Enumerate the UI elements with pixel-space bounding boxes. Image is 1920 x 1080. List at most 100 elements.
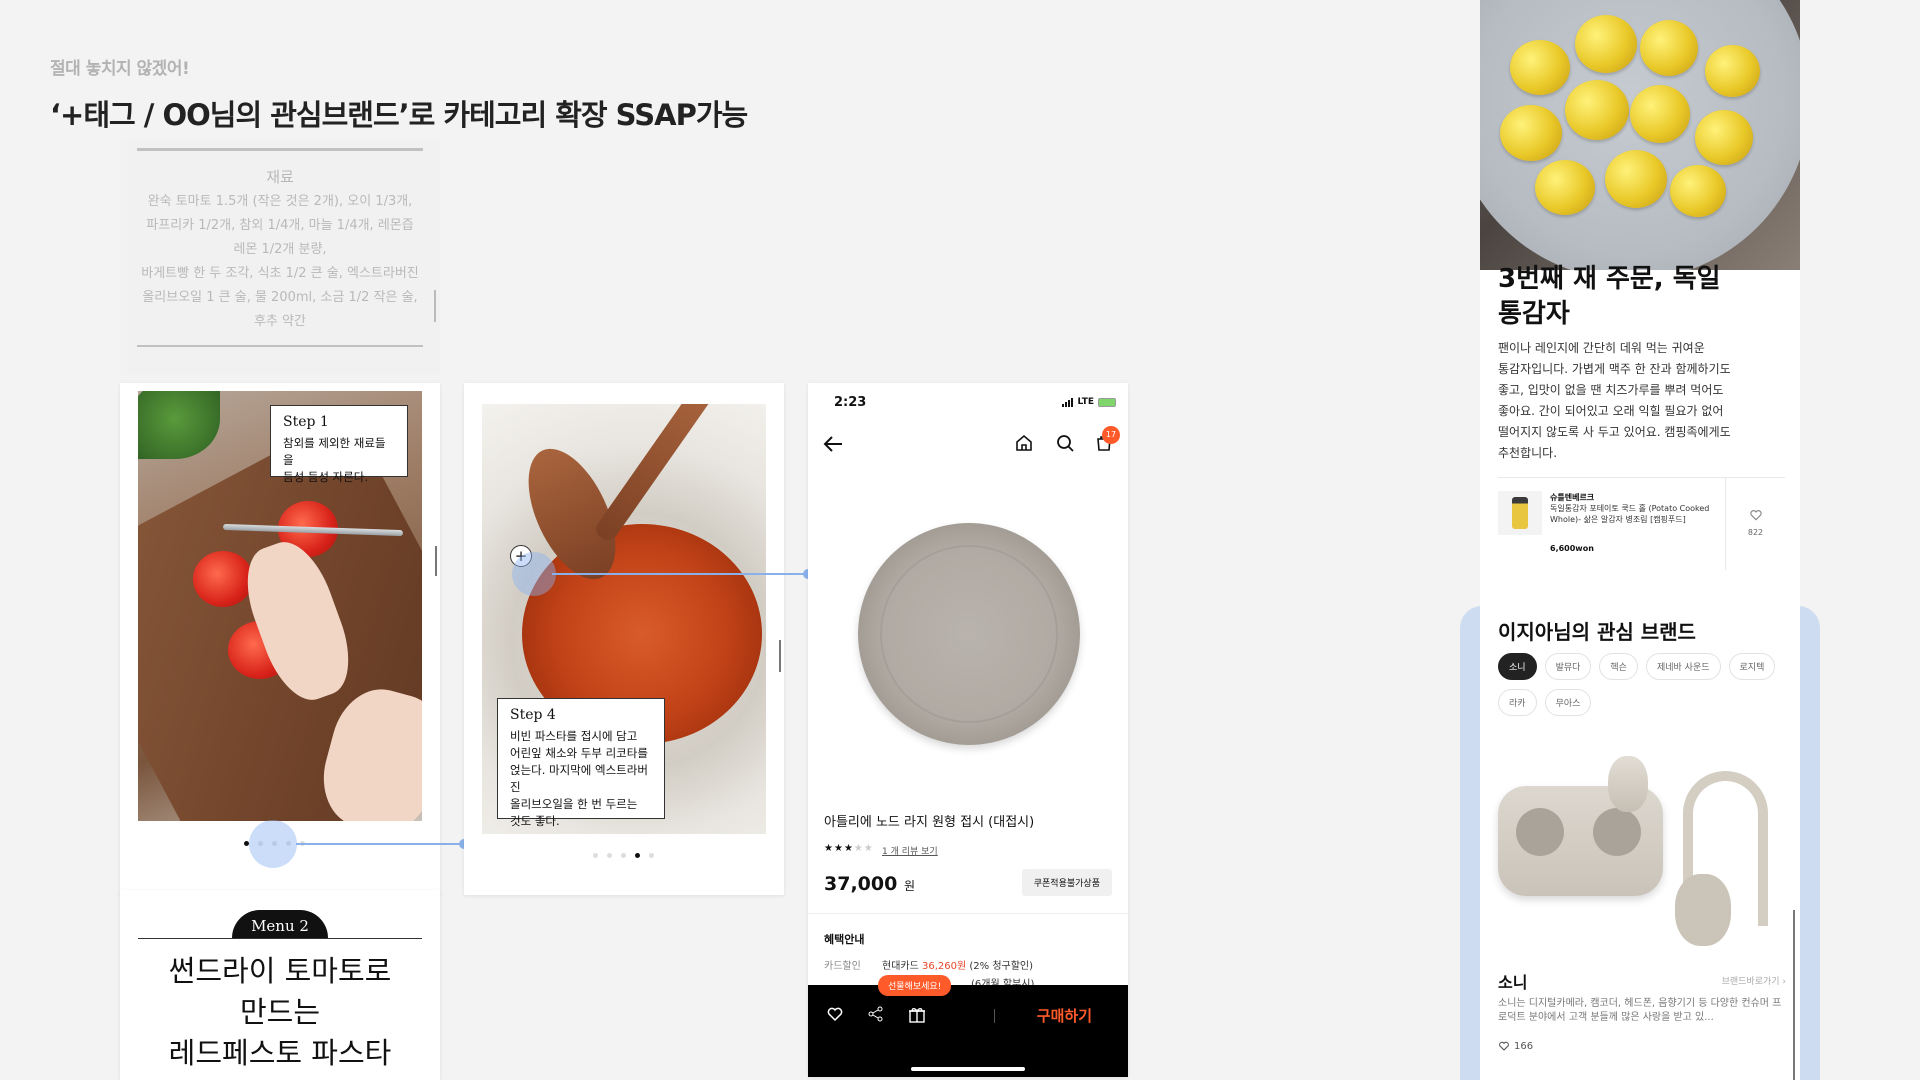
cart-count-badge: 17 xyxy=(1102,426,1120,444)
status-indicators: LTE xyxy=(1062,397,1116,407)
brand-desc: 소니는 디지털카메라, 캠코더, 헤드폰, 음향기기 등 다양한 컨슈머 프로덕… xyxy=(1498,998,1782,1023)
top-rule xyxy=(137,148,423,151)
rating-stars: ★★★★★ xyxy=(824,843,874,854)
buy-button[interactable]: 구매하기 xyxy=(1037,1005,1092,1026)
recipe-desc: 팬이나 레인지에 간단히 데워 먹는 귀여운 통감자입니다. 가볍게 맥주 한 … xyxy=(1498,341,1731,460)
scrollbar[interactable] xyxy=(1793,910,1795,1080)
step4-caption: Step 4 비빈 파스타를 접시에 담고 어린잎 채소와 두부 리코타를 얹는… xyxy=(497,698,665,828)
product-image[interactable] xyxy=(858,523,1080,745)
brand-chips: 소니 발뮤다 헥슨 제네바 사운드 로지텍 라카 무아스 xyxy=(1498,653,1798,716)
step4-pager[interactable] xyxy=(593,853,654,858)
card-vendor: 현대카드 xyxy=(882,961,919,972)
star-icon: ★ xyxy=(824,843,834,854)
divider xyxy=(808,913,1128,914)
brand-chip[interactable]: 소니 xyxy=(1498,653,1537,680)
signal-icon xyxy=(1062,397,1074,407)
step4-card: + Step 4 비빈 파스타를 접시에 담고 어린잎 채소와 두부 리코타를 … xyxy=(464,383,784,895)
menu-divider xyxy=(138,938,422,939)
highlight-circle xyxy=(512,552,556,596)
battery-icon xyxy=(1098,397,1116,407)
brand-link[interactable]: 브랜드바로가기 › xyxy=(1722,974,1786,987)
heart-icon[interactable] xyxy=(826,1005,844,1023)
card-note: (2% 청구할인) xyxy=(969,961,1034,972)
brand-chip[interactable]: 라카 xyxy=(1498,689,1537,716)
gift-icon[interactable] xyxy=(907,1004,927,1024)
review-link[interactable]: 1 개 리뷰 보기 xyxy=(882,844,938,857)
product-thumbnail[interactable] xyxy=(1498,491,1542,535)
ingredients-card: 재료 완숙 토마토 1.5개 (작은 것은 2개), 오이 1/3개, 파프리카… xyxy=(120,140,440,375)
price-unit: 원 xyxy=(903,879,915,893)
brand-panel-highlight: 이지아님의 관심 브랜드 소니 발뮤다 헥슨 제네바 사운드 로지텍 라카 무아… xyxy=(1460,606,1820,1080)
menu-badge: Menu 2 xyxy=(232,910,328,938)
bottom-action-bar: 선물해보세요! 구매하기 xyxy=(808,975,1128,1077)
brand-chip[interactable]: 제네바 사운드 xyxy=(1645,653,1721,680)
product-name: 아틀리에 노드 라지 원형 접시 (대접시) xyxy=(824,815,1035,830)
pager-dot[interactable] xyxy=(593,853,598,858)
menu2-card: Menu 2 썬드라이 토마토로 만드는 레드페스토 파스타 xyxy=(120,890,440,1080)
pager-dot[interactable] xyxy=(607,853,612,858)
divider xyxy=(994,1009,995,1023)
product-name: 독일통감자 포테이토 쿡드 홀 (Potato Cooked Whole)- 삶… xyxy=(1550,504,1710,524)
heart-icon xyxy=(1499,1041,1509,1051)
card-price: 36,260원 xyxy=(922,961,967,972)
connector-line xyxy=(296,843,464,845)
ingredients-list: 완숙 토마토 1.5개 (작은 것은 2개), 오이 1/3개, 파프리카 1/… xyxy=(141,194,419,329)
scrollbar[interactable] xyxy=(435,546,437,576)
star-icon: ★ xyxy=(863,843,874,854)
pager-dot[interactable] xyxy=(649,853,654,858)
pager-dot[interactable] xyxy=(635,853,640,858)
share-icon[interactable] xyxy=(867,1005,885,1023)
scrollbar[interactable] xyxy=(779,640,781,672)
product-brand: 슈틀텐베르크 xyxy=(1550,493,1595,502)
like-count: 166 xyxy=(1514,1040,1534,1052)
gift-tooltip: 선물해보세요! xyxy=(878,975,952,996)
home-indicator xyxy=(911,1067,1025,1071)
bottom-rule xyxy=(137,345,423,347)
coupon-button[interactable]: 쿠폰적용불가상품 xyxy=(1021,869,1112,896)
step4-photo: + Step 4 비빈 파스타를 접시에 담고 어린잎 채소와 두부 리코타를 … xyxy=(482,404,766,834)
like-count: 822 xyxy=(1747,528,1764,537)
brands-title: 이지아님의 관심 브랜드 xyxy=(1498,620,1696,644)
step4-title: Step 4 xyxy=(510,707,556,723)
back-arrow-icon[interactable] xyxy=(822,433,844,455)
like-button[interactable]: 822 xyxy=(1725,478,1785,570)
ingredients-title: 재료 xyxy=(266,168,294,186)
product-phone-screen: 2:23 LTE 17 아틀리에 노드 라지 원형 접시 (대접시) ★★★★★… xyxy=(808,383,1128,1077)
star-icon: ★ xyxy=(853,843,864,854)
step1-photo: Step 1 참외를 제외한 재료들을 듬성 듬성 자른다. xyxy=(138,391,422,821)
potato-photo xyxy=(1480,0,1800,270)
pager-dot[interactable] xyxy=(621,853,626,858)
brand-chip[interactable]: 헥슨 xyxy=(1599,653,1638,680)
search-icon[interactable] xyxy=(1055,433,1075,453)
step4-desc: 비빈 파스타를 접시에 담고 어린잎 채소와 두부 리코타를 얹는다. 마지막에… xyxy=(510,729,648,828)
product-price: 6,600won xyxy=(1550,544,1594,553)
brand-like-button[interactable]: 166 xyxy=(1498,1040,1533,1052)
brand-product-image[interactable] xyxy=(1498,756,1788,946)
price-value: 37,000 xyxy=(824,873,898,895)
step1-desc: 참외를 제외한 재료들을 듬성 듬성 자른다. xyxy=(283,436,386,484)
brand-name: 소니 xyxy=(1498,973,1528,992)
menu-title: 썬드라이 토마토로 만드는 레드페스토 파스타 xyxy=(168,954,392,1070)
brand-chip[interactable]: 로지텍 xyxy=(1728,653,1776,680)
step1-card: Step 1 참외를 제외한 재료들을 듬성 듬성 자른다. xyxy=(120,383,440,895)
highlight-circle xyxy=(249,820,297,868)
scrollbar[interactable] xyxy=(434,290,436,322)
section-subtitle: 절대 놓치지 않겠어! xyxy=(50,59,190,79)
star-icon: ★ xyxy=(843,843,854,854)
brand-chip[interactable]: 무아스 xyxy=(1544,689,1592,716)
network-label: LTE xyxy=(1077,397,1094,407)
tagged-product[interactable]: 슈틀텐베르크 독일통감자 포테이토 쿡드 홀 (Potato Cooked Wh… xyxy=(1498,477,1785,570)
section-headline: ‘+태그 / OO님의 관심브랜드’로 카테고리 확장 SSAP가능 xyxy=(50,98,748,132)
recipe-title: 3번째 재 주문, 독일 통감자 xyxy=(1498,264,1721,329)
card-label: 카드할인 xyxy=(824,961,861,972)
connector-line xyxy=(552,573,805,575)
heart-icon xyxy=(1749,510,1762,521)
star-icon: ★ xyxy=(833,843,844,854)
home-icon[interactable] xyxy=(1014,433,1034,453)
brand-chip[interactable]: 발뮤다 xyxy=(1544,653,1592,680)
step1-caption: Step 1 참외를 제외한 재료들을 듬성 듬성 자른다. xyxy=(270,405,408,484)
interest-brands-section: 이지아님의 관심 브랜드 소니 발뮤다 헥슨 제네바 사운드 로지텍 라카 무아… xyxy=(1480,606,1800,1080)
status-time: 2:23 xyxy=(834,395,867,410)
card-discount-row: 카드할인 현대카드 36,260원 (2% 청구할인) xyxy=(824,957,1033,972)
price: 37,000 원 xyxy=(824,873,915,895)
